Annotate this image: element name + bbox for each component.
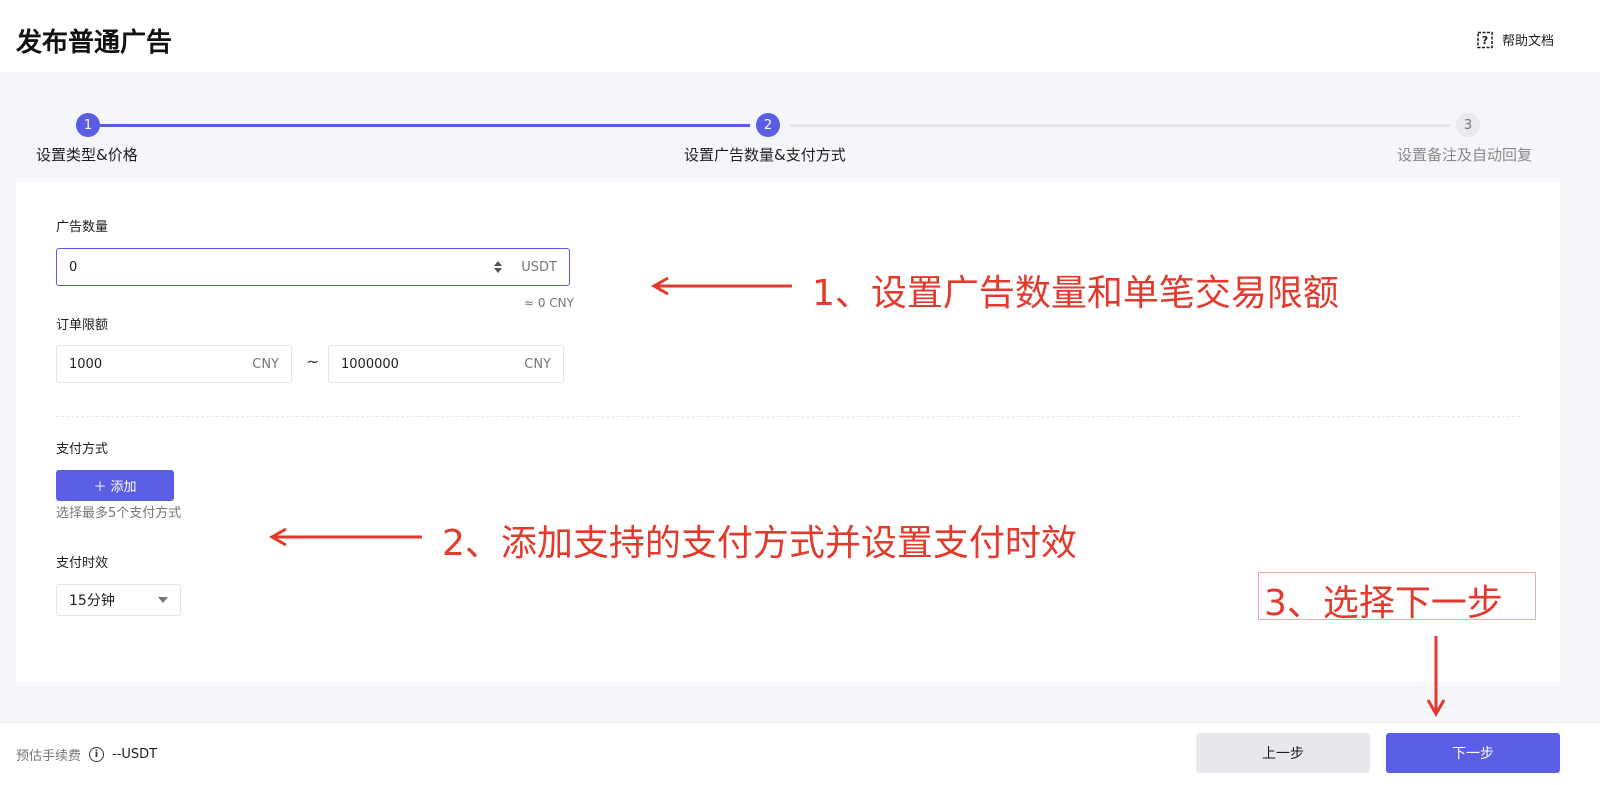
estimated-fee-label: 预估手续费 xyxy=(16,749,82,764)
stepper: 1 设置类型&价格 2 设置广告数量&支付方式 3 设置备注及自动回复 xyxy=(0,100,1600,170)
ad-amount-label: 广告数量 xyxy=(56,220,109,235)
help-docs-link[interactable]: ? 帮助文档 xyxy=(1476,30,1554,49)
range-separator: ~ xyxy=(306,352,320,371)
order-limit-label: 订单限额 xyxy=(56,318,109,333)
order-limit-max-input[interactable]: 1000000 CNY xyxy=(328,345,564,383)
annotation-arrow-1 xyxy=(650,276,792,296)
step-1-label: 设置类型&价格 xyxy=(36,146,138,164)
step-line-completed xyxy=(98,124,750,127)
section-divider xyxy=(56,416,1520,417)
help-docs-label: 帮助文档 xyxy=(1502,34,1555,49)
payment-time-value: 15分钟 xyxy=(69,593,115,609)
next-step-button[interactable]: 下一步 xyxy=(1386,733,1560,773)
payment-method-hint: 选择最多5个支付方式 xyxy=(56,506,182,521)
payment-method-label: 支付方式 xyxy=(56,442,109,457)
svg-text:?: ? xyxy=(1482,34,1488,47)
order-limit-min-value: 1000 xyxy=(69,356,103,372)
estimated-fee: 预估手续费 i --USDT xyxy=(16,745,157,764)
estimated-fee-value: --USDT xyxy=(112,747,158,762)
info-icon[interactable]: i xyxy=(89,747,105,762)
annotation-text-1: 1、设置广告数量和单笔交易限额 xyxy=(812,273,1339,314)
order-limit-min-input[interactable]: 1000 CNY xyxy=(56,345,292,383)
add-payment-button[interactable]: ＋ 添加 xyxy=(56,470,174,501)
add-payment-label: 添加 xyxy=(110,479,137,494)
previous-step-button[interactable]: 上一步 xyxy=(1196,733,1370,773)
top-bar: 发布普通广告 ? 帮助文档 xyxy=(0,0,1600,72)
annotation-arrow-3 xyxy=(1426,636,1446,718)
caret-down-icon xyxy=(158,597,168,603)
payment-time-label: 支付时效 xyxy=(56,556,109,571)
annotation-text-2: 2、添加支持的支付方式并设置支付时效 xyxy=(442,523,1077,564)
order-limit-max-unit: CNY xyxy=(524,356,551,372)
step-3-label: 设置备注及自动回复 xyxy=(1397,146,1533,164)
step-line-pending xyxy=(790,124,1450,127)
step-2-label: 设置广告数量&支付方式 xyxy=(684,146,846,164)
order-limit-max-value: 1000000 xyxy=(341,356,399,372)
payment-time-select[interactable]: 15分钟 xyxy=(56,584,181,616)
ad-amount-value: 0 xyxy=(69,259,78,275)
step-2-dot: 2 xyxy=(756,113,780,137)
ad-amount-unit: USDT xyxy=(521,259,557,275)
step-3-dot: 3 xyxy=(1456,113,1480,137)
annotation-arrow-2 xyxy=(268,527,422,547)
ad-amount-input[interactable]: 0 USDT xyxy=(56,248,570,286)
annotation-text-3: 3、选择下一步 xyxy=(1264,583,1503,624)
order-limit-min-unit: CNY xyxy=(252,356,279,372)
number-stepper-icon[interactable] xyxy=(493,261,503,273)
step-1-dot: 1 xyxy=(76,113,100,137)
ad-amount-approx: ≈ 0 CNY xyxy=(523,296,574,310)
page-title: 发布普通广告 xyxy=(16,28,173,58)
help-doc-icon: ? xyxy=(1477,31,1493,48)
footer-bar: 预估手续费 i --USDT 上一步 下一步 xyxy=(0,722,1600,785)
plus-icon: ＋ xyxy=(93,479,107,494)
